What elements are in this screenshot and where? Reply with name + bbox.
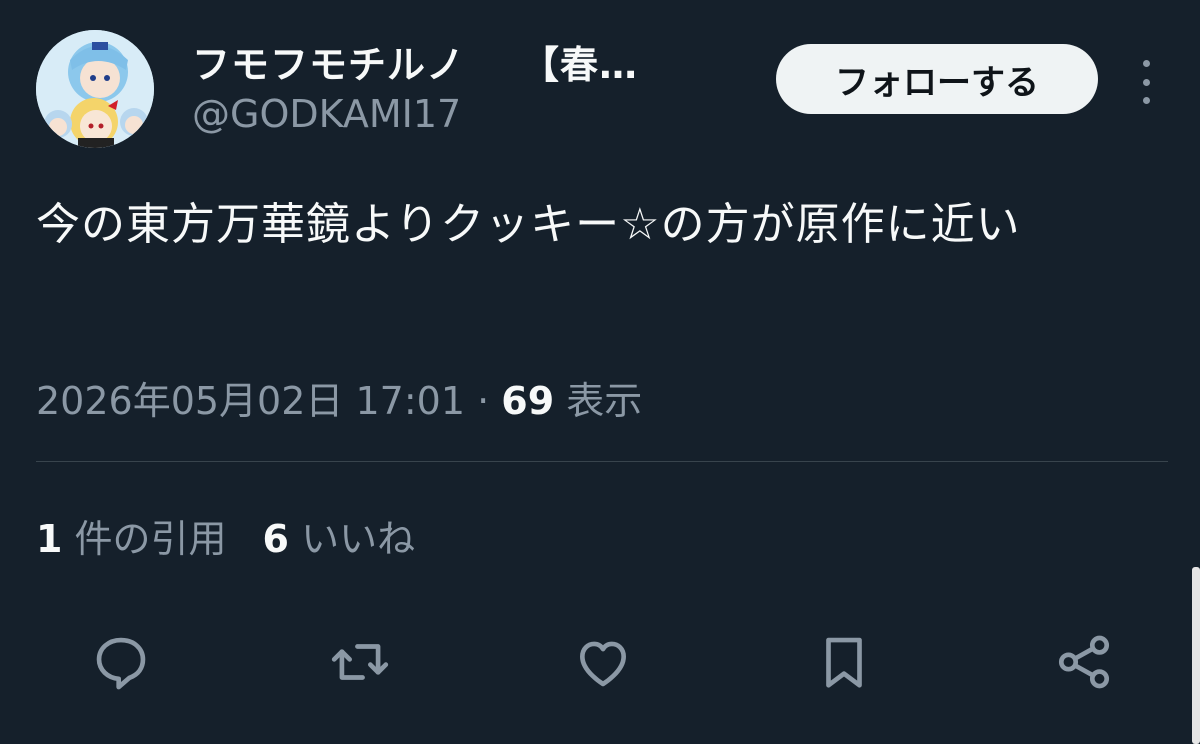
user-handle[interactable]: @GODKAMI17 <box>192 92 461 136</box>
retweet-icon <box>331 644 389 680</box>
likes-link[interactable]: 6 いいね <box>263 517 416 561</box>
dot <box>1142 78 1150 86</box>
likes-label: いいね <box>289 517 416 561</box>
display-name-text: フモフモチルノ <box>192 43 466 87</box>
divider <box>36 461 1168 462</box>
more-options-icon[interactable] <box>1134 60 1158 104</box>
quotes-count: 1 <box>36 517 63 561</box>
follow-button[interactable]: フォローする <box>776 44 1098 114</box>
reply-button[interactable] <box>89 630 153 694</box>
like-icon <box>580 641 626 687</box>
timestamp-link[interactable]: 2026年05月02日 17:01 <box>36 379 465 423</box>
reply-icon <box>96 637 146 690</box>
avatar-image <box>36 30 154 148</box>
display-name-suffix: 【春… <box>521 43 639 87</box>
tweet: フモフモチルノ 【春… @GODKAMI17 フォローする 今の東方万華鏡よりクッ… <box>0 0 1200 744</box>
action-bar <box>0 630 1200 700</box>
share-button[interactable] <box>1052 630 1116 694</box>
views-label: 表示 <box>554 379 643 423</box>
like-button[interactable] <box>571 630 635 694</box>
tweet-text: 今の東方万華鏡よりクッキー☆の方が原作に近い <box>36 199 1021 250</box>
share-icon <box>1058 635 1110 689</box>
engagement-stats: 1 件の引用 6 いいね <box>36 508 415 563</box>
dot <box>1142 97 1150 104</box>
meta-separator: · <box>465 379 502 423</box>
bookmark-icon <box>826 637 862 688</box>
dot <box>1142 60 1150 67</box>
tweet-meta: 2026年05月02日 17:01 · 69 表示 <box>36 370 642 425</box>
quotes-label: 件の引用 <box>62 517 227 561</box>
avatar[interactable] <box>36 30 154 148</box>
views-count: 69 <box>501 379 555 423</box>
display-name[interactable]: フモフモチルノ 【春… <box>192 34 638 89</box>
retweet-button[interactable] <box>328 630 392 694</box>
likes-count: 6 <box>262 517 289 561</box>
bookmark-button[interactable] <box>812 630 876 694</box>
quotes-link[interactable]: 1 件の引用 <box>36 517 227 561</box>
